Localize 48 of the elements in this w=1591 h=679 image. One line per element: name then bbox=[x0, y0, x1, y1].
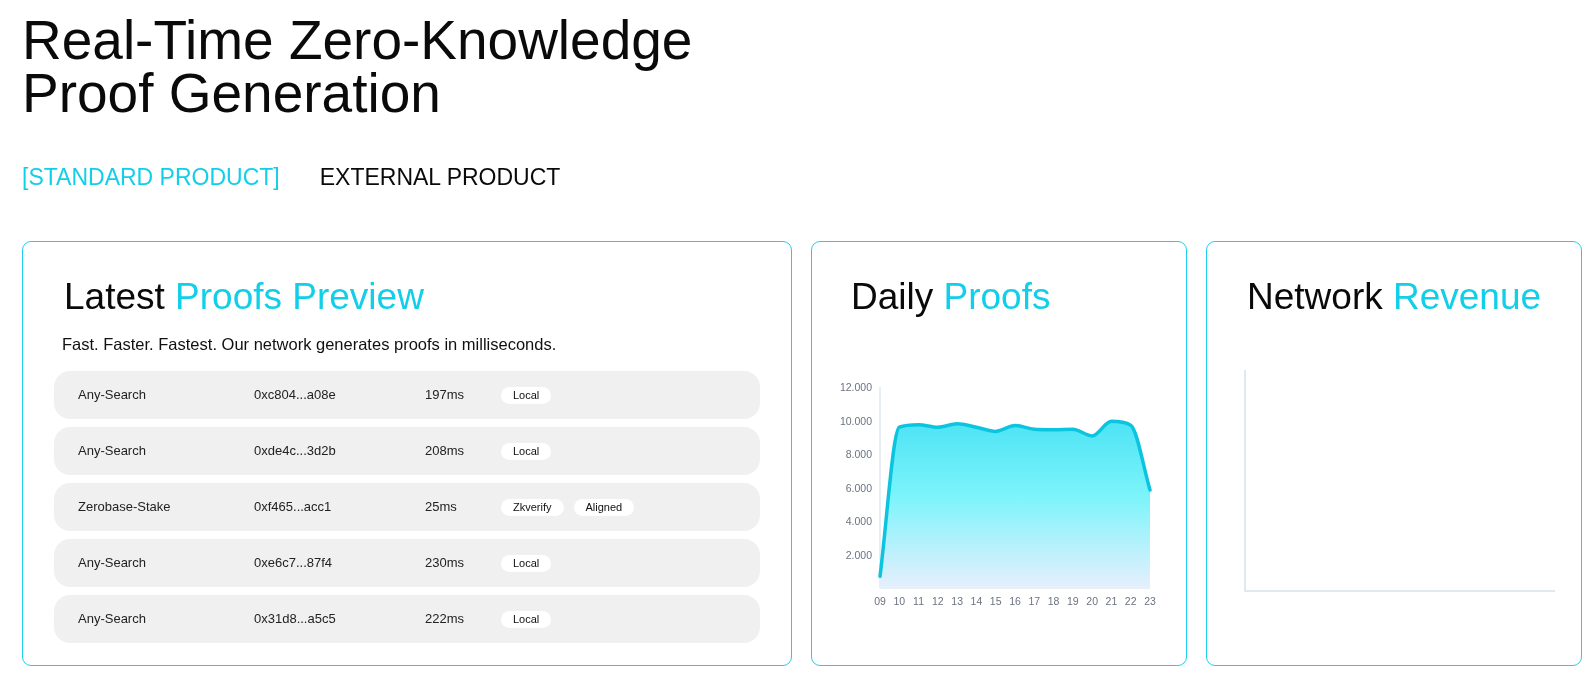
network-tag: Local bbox=[501, 610, 552, 628]
app-name: Any-Search bbox=[78, 610, 147, 629]
proof-hash: 0xe6c7...87f4 bbox=[254, 554, 334, 573]
page-title: Real-Time Zero-Knowledge Proof Generation bbox=[22, 8, 694, 120]
x-tick-label: 19 bbox=[1067, 595, 1079, 607]
card-title: Daily Proofs bbox=[851, 277, 1051, 317]
proof-hash: 0xc804...a08e bbox=[254, 386, 337, 405]
y-tick-label: 10.000 bbox=[839, 414, 872, 427]
app-name: Any-Search bbox=[78, 386, 147, 405]
network-tag: Local bbox=[501, 442, 552, 460]
app-name: Zerobase-Stake bbox=[78, 498, 172, 517]
proof-time: 25ms bbox=[425, 498, 458, 517]
network-tag: Local bbox=[501, 554, 552, 572]
x-tick-label: 14 bbox=[970, 595, 983, 607]
card-title: Latest Proofs Preview bbox=[64, 277, 424, 317]
product-tab[interactable]: EXTERNAL PRODUCT bbox=[319, 163, 561, 191]
card-title: Network Revenue bbox=[1247, 277, 1542, 317]
proof-time: 197ms bbox=[425, 386, 466, 405]
proof-hash: 0xf465...acc1 bbox=[254, 498, 333, 517]
card-subtitle: Fast. Faster. Fastest. Our network generates proofs in milliseconds. bbox=[62, 334, 558, 355]
x-tick-label: 23 bbox=[1144, 595, 1156, 607]
x-tick-label: 13 bbox=[951, 595, 963, 607]
y-tick-label: 12.000 bbox=[839, 381, 872, 393]
x-tick-label: 10 bbox=[893, 595, 906, 607]
x-tick-label: 20 bbox=[1086, 595, 1098, 607]
app-name: Any-Search bbox=[78, 442, 147, 461]
proof-time: 230ms bbox=[425, 554, 466, 573]
x-tick-label: 17 bbox=[1028, 595, 1041, 607]
network-tag: Aligned bbox=[573, 498, 635, 516]
x-tick-label: 12 bbox=[932, 595, 944, 607]
proof-time: 222ms bbox=[425, 610, 466, 629]
y-tick-label: 8.000 bbox=[845, 448, 872, 460]
x-tick-label: 21 bbox=[1105, 595, 1118, 607]
network-tag: Zkverify bbox=[501, 498, 564, 516]
y-tick-label: 4.000 bbox=[845, 515, 872, 527]
y-tick-label: 2.000 bbox=[845, 548, 872, 561]
x-tick-label: 22 bbox=[1124, 595, 1137, 607]
proof-time: 208ms bbox=[425, 442, 466, 461]
proof-hash: 0x31d8...a5c5 bbox=[254, 610, 337, 629]
proof-hash: 0xde4c...3d2b bbox=[254, 442, 337, 461]
network-tag: Local bbox=[501, 386, 552, 404]
x-tick-label: 15 bbox=[989, 595, 1002, 607]
y-tick-label: 6.000 bbox=[845, 481, 872, 494]
x-tick-label: 18 bbox=[1047, 595, 1060, 607]
x-tick-label: 11 bbox=[913, 595, 924, 607]
app-name: Any-Search bbox=[78, 554, 147, 573]
x-tick-label: 16 bbox=[1009, 595, 1021, 607]
x-tick-label: 09 bbox=[874, 595, 886, 607]
